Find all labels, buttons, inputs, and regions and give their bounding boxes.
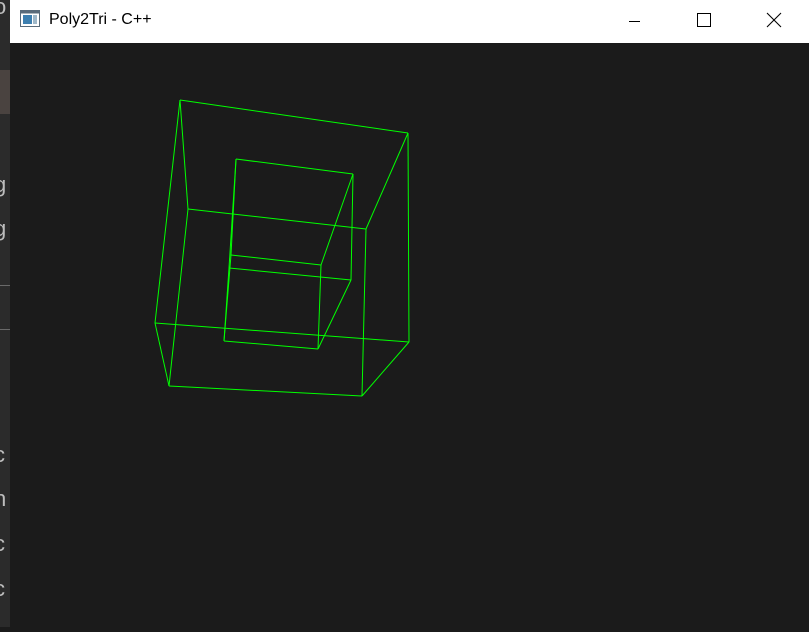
cube-edge [231,255,321,265]
cube-edge [169,209,188,386]
background-text: g [0,218,6,240]
cube-edge [224,341,318,349]
cube-edge [224,268,229,341]
wireframe-cube [10,43,809,627]
cube-edge [366,133,408,229]
background-text: o [0,0,6,18]
cube-edge [169,386,362,396]
cube-edge [318,265,321,349]
background-window-strip: o ı g g c n c c [0,0,10,627]
title-bar[interactable]: Poly2Tri - C++ [10,0,809,43]
maximize-button[interactable] [680,0,726,43]
background-highlight [0,70,10,114]
cube-edge [155,323,409,342]
cube-edge [321,174,353,265]
background-text: c [0,533,5,555]
minimize-icon [611,0,657,43]
cube-edge [155,100,180,323]
cube-edge [362,229,366,396]
maximize-icon [680,0,726,43]
background-divider [0,329,10,330]
minimize-button[interactable] [611,0,657,43]
window-title: Poly2Tri - C++ [49,11,152,29]
cube-edge [408,133,409,342]
cube-edge [155,323,169,386]
app-window-icon[interactable] [20,10,40,27]
app-window: Poly2Tri - C++ [10,0,809,627]
cube-edge [229,268,351,280]
cube-edge [318,280,351,349]
background-text: n [0,488,6,510]
background-text: g [0,174,6,196]
cube-edge [362,342,409,396]
cube-edge [180,100,188,209]
background-divider [0,285,10,286]
background-text: c [0,444,5,466]
cube-edge [180,100,408,133]
close-button[interactable] [750,0,796,43]
background-text: c [0,578,5,600]
close-icon [750,0,796,43]
cube-edge [231,159,236,255]
render-viewport[interactable] [10,43,809,627]
cube-edge [236,159,353,174]
